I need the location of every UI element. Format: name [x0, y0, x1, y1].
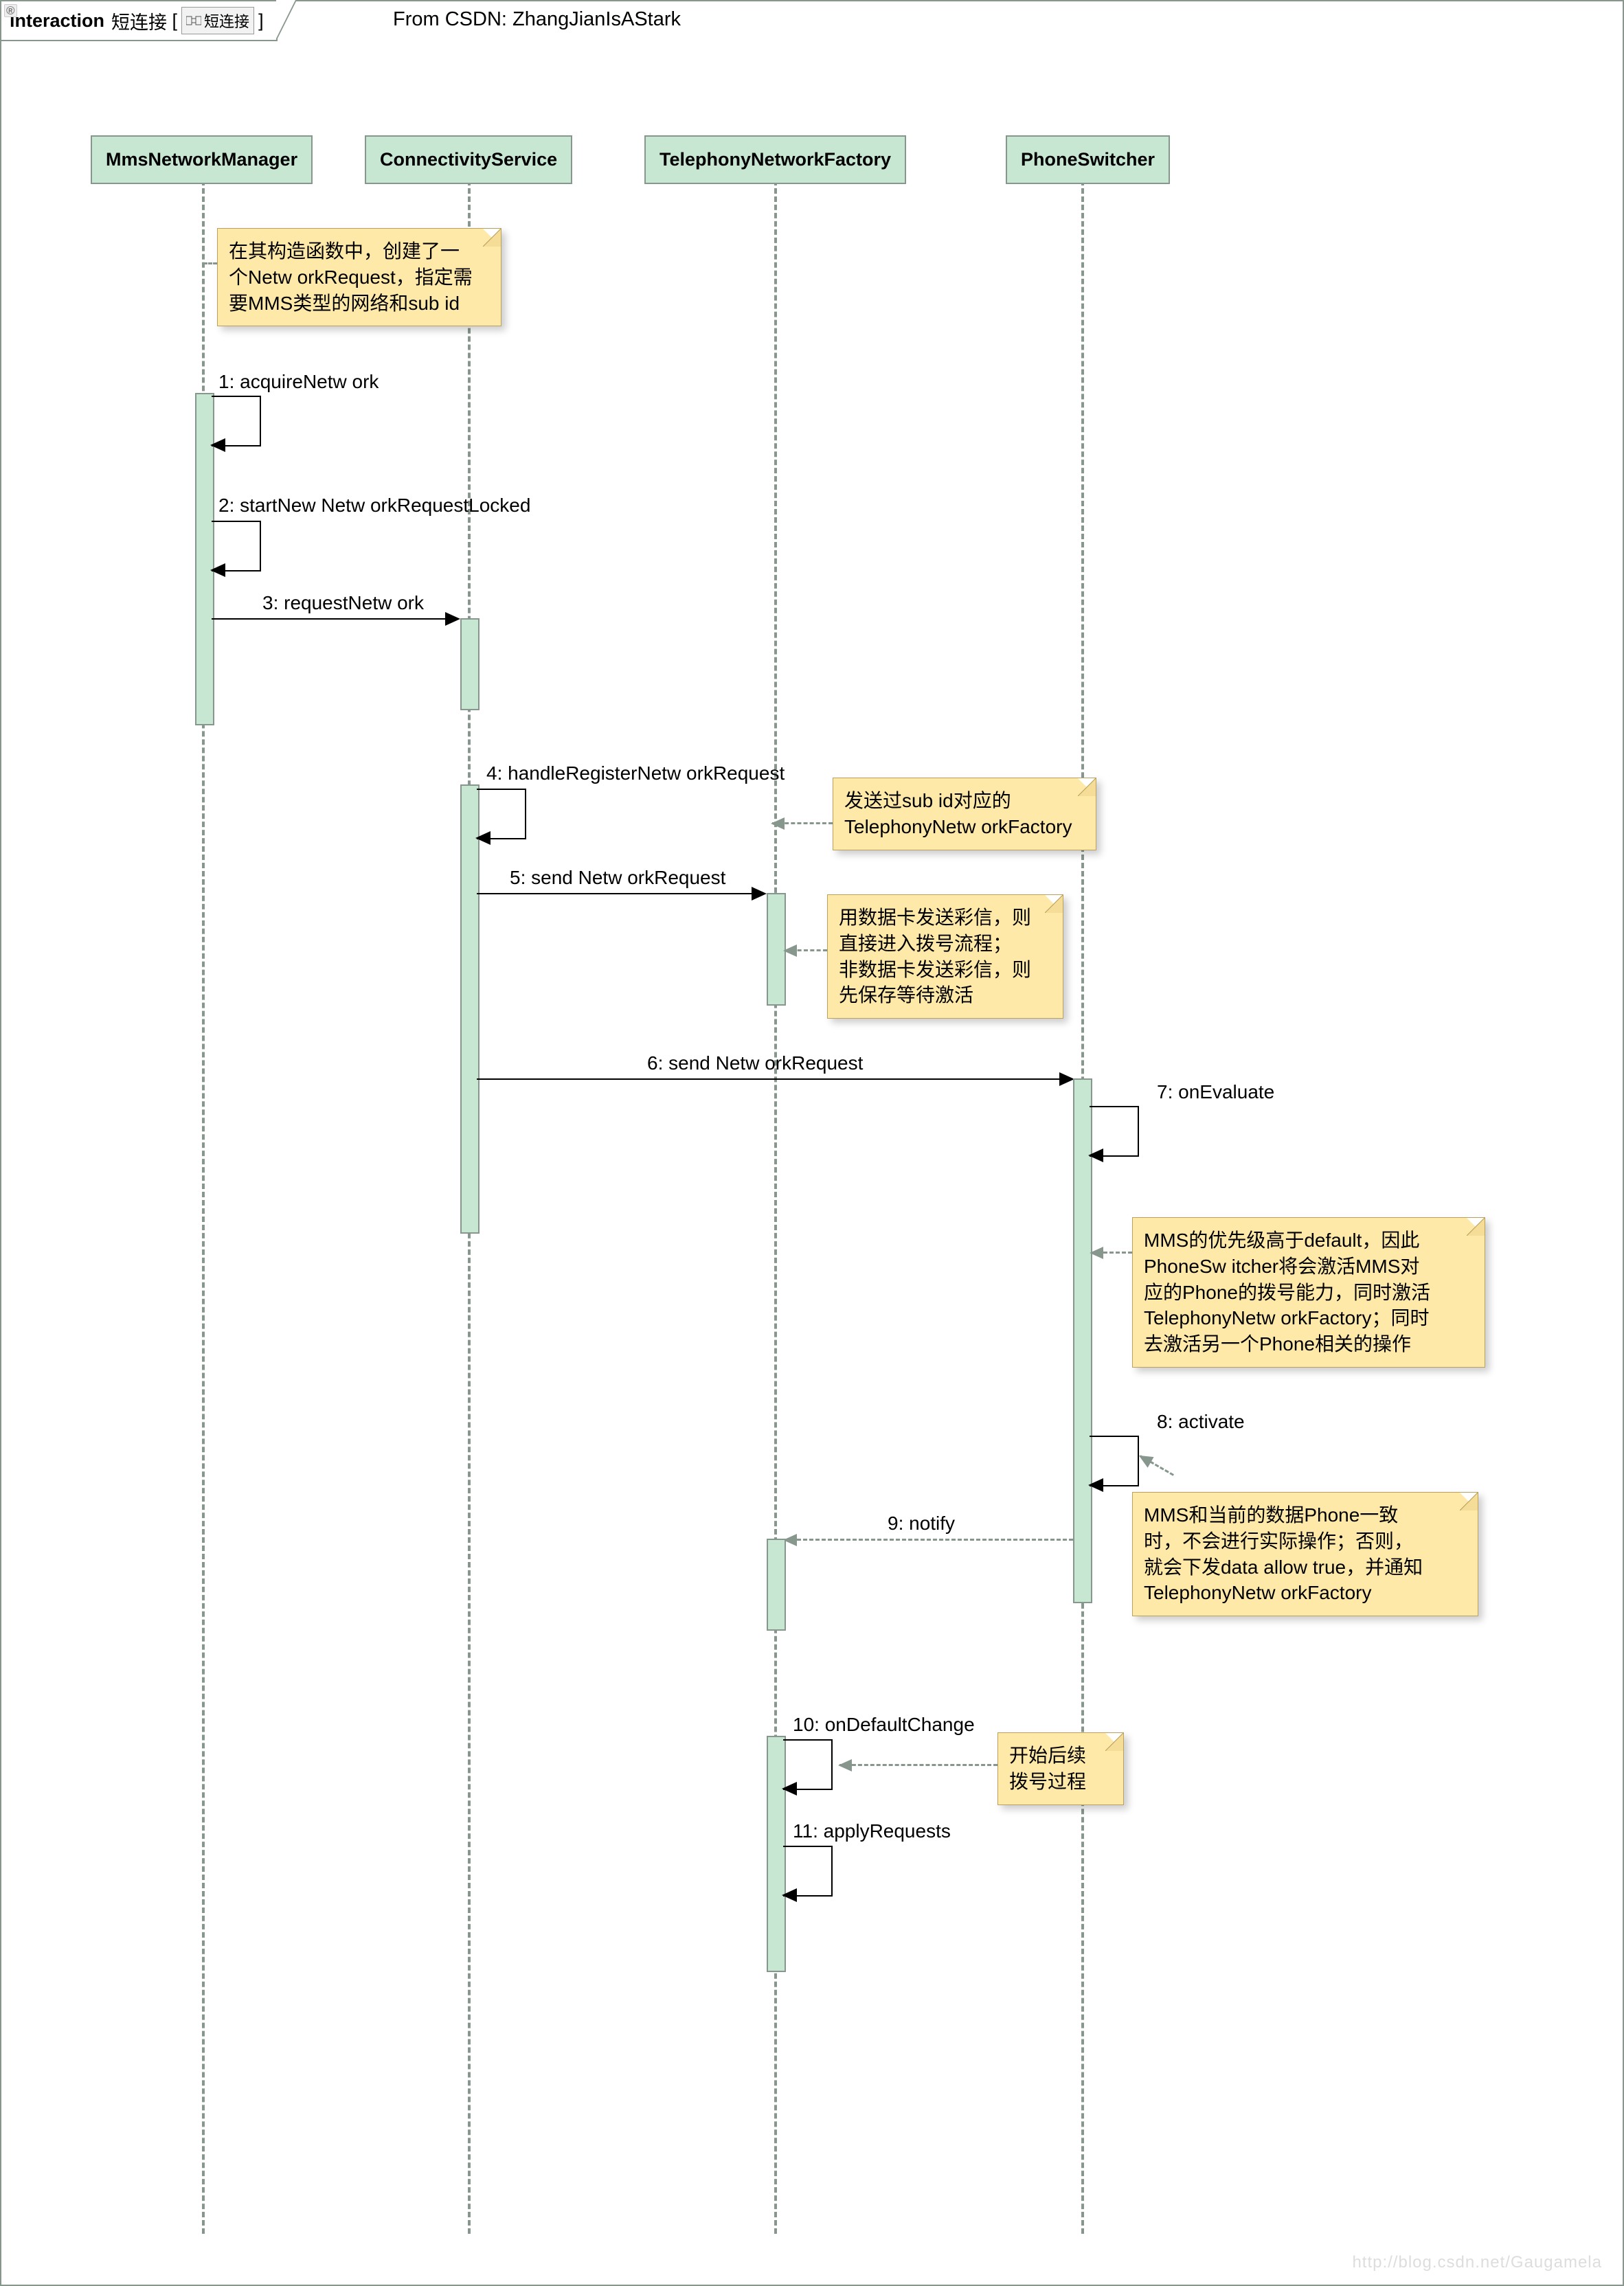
message-6: 6: send Netw orkRequest: [647, 1052, 863, 1074]
note-dial: 开始后续 拨号过程: [997, 1732, 1124, 1805]
actor-phoneswitcher: PhoneSwitcher: [1006, 135, 1170, 184]
frame-tab: interaction 短连接 [ ® 短连接 ]: [0, 0, 278, 41]
actor-mmsnetworkmanager: MmsNetworkManager: [91, 135, 313, 184]
message-7: 7: onEvaluate: [1157, 1081, 1274, 1103]
note-constructor: 在其构造函数中，创建了一 个Netw orkRequest，指定需 要MMS类型…: [217, 228, 501, 326]
message-5: 5: send Netw orkRequest: [510, 867, 725, 889]
message-8: 8: activate: [1157, 1411, 1245, 1433]
activation-cs-1: [460, 618, 480, 710]
note-mms-same: MMS和当前的数据Phone一致 时，不会进行实际操作；否则， 就会下发data…: [1132, 1492, 1478, 1616]
activation-tnf-2: [767, 1539, 786, 1631]
watermark: http://blog.csdn.net/Gaugamela: [1352, 2253, 1602, 2272]
uml-icon: ® 短连接: [181, 7, 254, 34]
message-10: 10: onDefaultChange: [793, 1714, 975, 1736]
credit: From CSDN: ZhangJianIsAStark: [393, 8, 681, 31]
message-2: 2: startNew Netw orkRequestLocked: [218, 495, 530, 517]
message-3: 3: requestNetw ork: [262, 592, 424, 614]
actor-telephonynetworkfactory: TelephonyNetworkFactory: [644, 135, 906, 184]
message-1: 1: acquireNetw ork: [218, 371, 379, 393]
message-4: 4: handleRegisterNetw orkRequest: [486, 762, 785, 784]
note-priority: MMS的优先级高于default，因此 PhoneSw itcher将会激活MM…: [1132, 1217, 1485, 1368]
tab-kind: interaction: [10, 10, 104, 32]
actor-connectivityservice: ConnectivityService: [365, 135, 572, 184]
note-subid: 发送过sub id对应的 TelephonyNetw orkFactory: [833, 778, 1096, 850]
diagram-frame: interaction 短连接 [ ® 短连接 ] From CSDN: Zha…: [0, 0, 1624, 2286]
message-9: 9: notify: [888, 1513, 955, 1535]
tab-title: 短连接: [111, 8, 167, 34]
note-datacard: 用数据卡发送彩信，则 直接进入拨号流程； 非数据卡发送彩信，则 先保存等待激活: [827, 894, 1063, 1019]
message-11: 11: applyRequests: [793, 1820, 951, 1842]
activation-cs-2: [460, 784, 480, 1234]
